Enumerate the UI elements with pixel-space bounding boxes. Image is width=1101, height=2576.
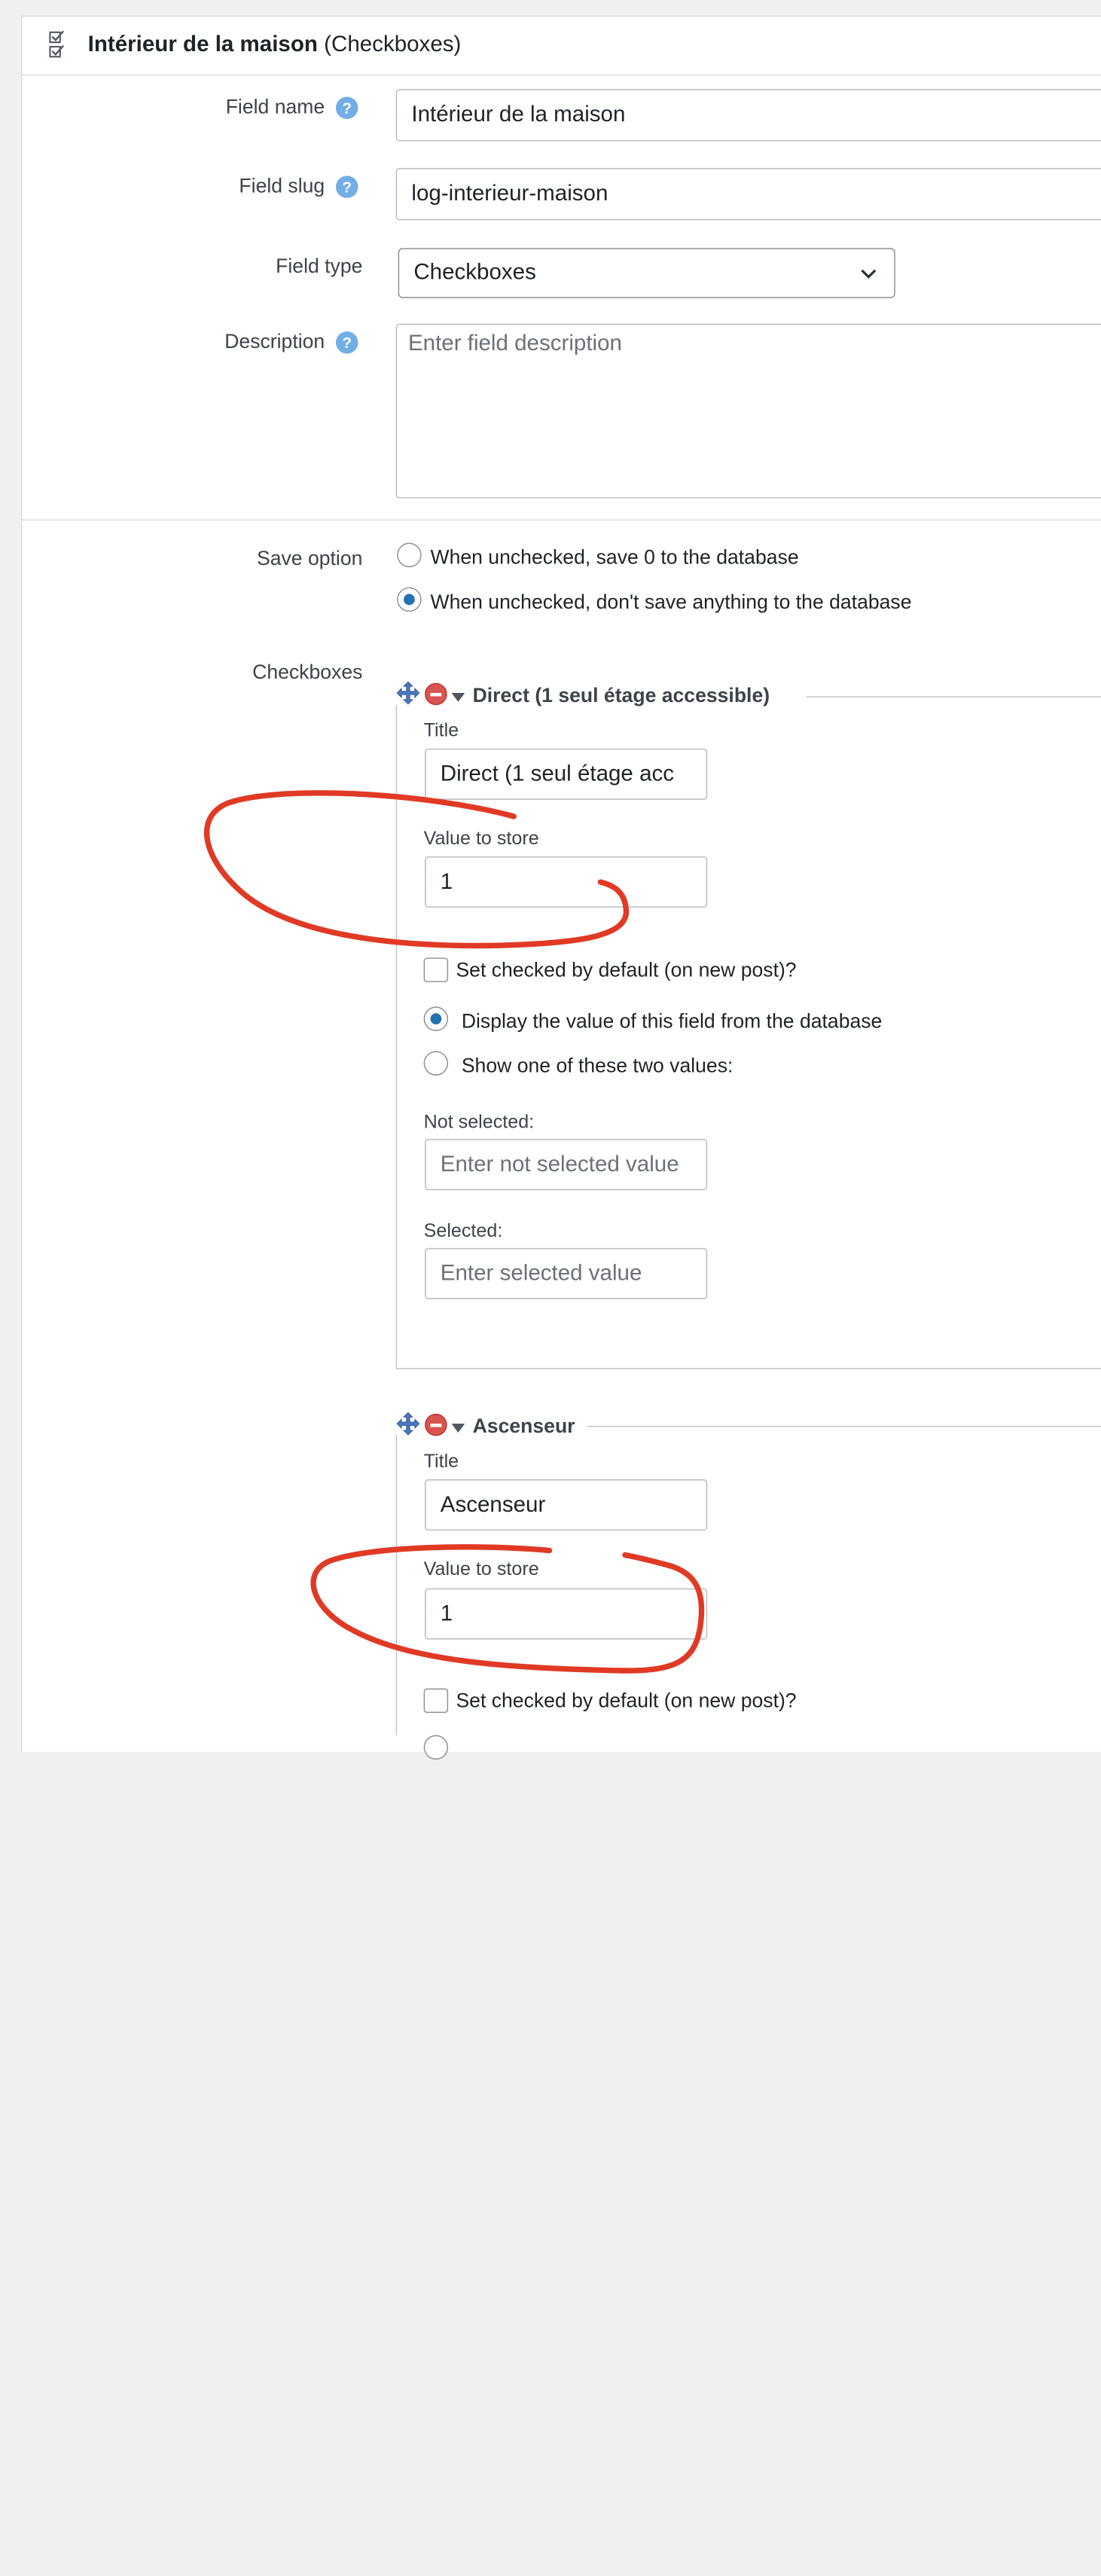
field-title-type: (Checkboxes) — [324, 32, 462, 57]
fieldset-border — [587, 1426, 1101, 1427]
not-selected-label: Not selected: — [423, 1111, 535, 1133]
fieldset-border — [395, 1368, 1101, 1369]
field-name-value: Intérieur de la maison — [411, 102, 626, 127]
fieldset-border — [806, 696, 1101, 697]
show-two-values-radio[interactable] — [423, 1051, 449, 1076]
checkbox-item-legend: Ascenseur — [472, 1415, 580, 1439]
description-help-icon[interactable]: ? — [335, 331, 358, 354]
checkboxes-icon — [49, 30, 65, 58]
checkboxes-label: Checkboxes — [252, 661, 363, 683]
title-label: Title — [423, 719, 459, 741]
save-nothing-label[interactable]: When unchecked, don't save anything to t… — [430, 591, 911, 614]
fieldset-border — [395, 705, 398, 1369]
value-to-store-input[interactable]: 1 — [425, 1588, 708, 1640]
radio-selected-dot — [430, 1013, 442, 1025]
field-type-label: Field type — [276, 255, 363, 277]
selected-label: Selected: — [423, 1219, 503, 1241]
field-name-label: Field name — [225, 95, 325, 118]
field-name-input[interactable]: Intérieur de la maison — [395, 89, 1101, 142]
value-to-store-label: Value to store — [423, 1558, 539, 1579]
display-db-value-label[interactable]: Display the value of this field from the… — [462, 1010, 883, 1033]
value-to-store-input[interactable]: 1 — [425, 856, 708, 908]
checked-by-default-label[interactable]: Set checked by default (on new post)? — [456, 959, 796, 982]
fieldset-border — [395, 1434, 398, 1735]
save-nothing-radio[interactable] — [397, 587, 422, 612]
title-label: Title — [423, 1450, 459, 1472]
checked-by-default-checkbox[interactable] — [423, 1688, 449, 1714]
save-zero-label[interactable]: When unchecked, save 0 to the database — [430, 546, 798, 569]
not-selected-placeholder: Enter not selected value — [440, 1152, 679, 1177]
value-to-store-value: 1 — [440, 1601, 453, 1626]
field-title-name: Intérieur de la maison — [87, 32, 318, 57]
description-label: Description — [224, 330, 325, 353]
title-value: Direct (1 seul étage acc — [440, 761, 675, 786]
checked-by-default-label[interactable]: Set checked by default (on new post)? — [456, 1689, 796, 1713]
save-zero-radio[interactable] — [397, 542, 422, 568]
description-placeholder: Enter field description — [407, 331, 622, 356]
save-option-label: Save option — [257, 547, 363, 570]
selected-placeholder: Enter selected value — [440, 1260, 642, 1286]
radio-selected-dot — [404, 594, 415, 606]
field-slug-input[interactable]: log-interieur-maison — [395, 167, 1101, 221]
checkbox-item-legend: Direct (1 seul étage accessible) — [472, 684, 774, 708]
value-to-store-value: 1 — [440, 869, 453, 894]
display-db-value-radio[interactable] — [423, 1735, 449, 1760]
field-title[interactable]: Intérieur de la maison (Checkboxes) — [88, 32, 462, 58]
value-to-store-label: Value to store — [423, 827, 539, 849]
display-db-value-radio[interactable] — [423, 1006, 449, 1031]
field-slug-label: Field slug — [239, 174, 325, 197]
field-slug-help-icon[interactable]: ? — [335, 175, 358, 198]
description-textarea[interactable]: Enter field description — [395, 323, 1101, 499]
checked-by-default-checkbox[interactable] — [423, 957, 449, 982]
move-icon[interactable] — [396, 1412, 420, 1436]
collapse-arrow-icon[interactable] — [451, 1424, 465, 1433]
field-name-help-icon[interactable]: ? — [335, 96, 358, 120]
collapse-arrow-icon[interactable] — [451, 692, 465, 702]
not-selected-input[interactable]: Enter not selected value — [425, 1139, 708, 1191]
move-icon[interactable] — [396, 681, 420, 705]
chevron-down-icon — [861, 269, 877, 279]
field-type-value: Checkboxes — [413, 260, 536, 285]
title-input[interactable]: Ascenseur — [425, 1479, 708, 1531]
show-two-values-label[interactable]: Show one of these two values: — [462, 1055, 733, 1078]
field-slug-value: log-interieur-maison — [411, 181, 608, 206]
title-value: Ascenseur — [440, 1491, 546, 1517]
delete-icon[interactable] — [425, 682, 447, 706]
field-type-select[interactable]: Checkboxes — [398, 248, 895, 298]
title-input[interactable]: Direct (1 seul étage acc — [425, 748, 708, 800]
selected-input[interactable]: Enter selected value — [425, 1247, 708, 1299]
delete-icon[interactable] — [425, 1413, 447, 1436]
